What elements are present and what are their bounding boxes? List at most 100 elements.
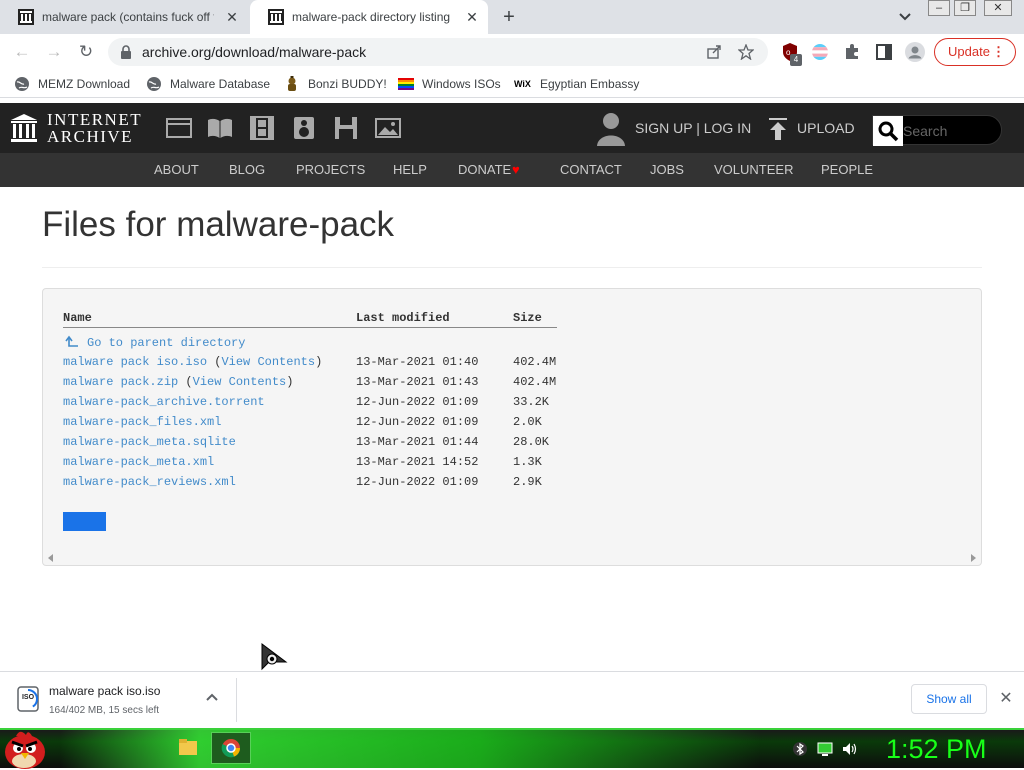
nav-blog[interactable]: BLOG <box>229 162 265 177</box>
bookmark-malware-database[interactable]: Malware Database <box>146 75 270 93</box>
back-arrow-icon[interactable]: ← <box>10 40 34 64</box>
nav-jobs[interactable]: JOBS <box>650 162 684 177</box>
size-cell: 1.3K <box>513 455 542 469</box>
bluetooth-tray-icon[interactable] <box>792 741 808 757</box>
last-modified-cell: 12-Jun-2022 01:09 <box>356 415 479 429</box>
view-contents-link[interactable]: View Contents <box>193 375 287 389</box>
search-magnifier-icon[interactable] <box>873 116 903 146</box>
texts-book-icon[interactable] <box>207 116 233 140</box>
share-icon[interactable] <box>706 44 722 60</box>
download-shelf: ISO malware pack iso.iso 164/402 MB, 15 … <box>0 671 1024 727</box>
nav-donate[interactable]: DONATE <box>458 162 511 177</box>
bookmark-star-icon[interactable] <box>738 44 754 60</box>
chevron-up-icon[interactable] <box>204 690 220 706</box>
bookmark-label: Malware Database <box>170 77 271 91</box>
file-link[interactable]: malware-pack_reviews.xml <box>63 475 236 489</box>
selection-highlight <box>63 512 106 531</box>
nav-about[interactable]: ABOUT <box>154 162 199 177</box>
file-link[interactable]: malware-pack_meta.sqlite <box>63 435 236 449</box>
file-link[interactable]: malware pack iso.iso <box>63 355 207 369</box>
images-icon[interactable] <box>375 116 401 140</box>
bookmark-egyptian-embassy[interactable]: WiX Egyptian Embassy <box>514 75 639 93</box>
download-filename[interactable]: malware pack iso.iso <box>49 684 160 698</box>
paren-close: ) <box>286 375 294 389</box>
shelf-separator <box>236 678 237 722</box>
software-floppy-icon[interactable] <box>333 116 359 140</box>
user-avatar-icon[interactable] <box>596 112 626 146</box>
maximize-window-button[interactable]: ❐ <box>954 0 976 16</box>
nav-people[interactable]: PEOPLE <box>821 162 873 177</box>
bookmark-windows-isos[interactable]: Windows ISOs <box>398 75 501 93</box>
tab-close-icon[interactable]: ✕ <box>224 9 240 25</box>
update-button[interactable]: Update ⋮ <box>934 38 1016 66</box>
view-contents-link[interactable]: View Contents <box>221 355 315 369</box>
audio-speaker-icon[interactable] <box>291 116 317 140</box>
address-bar[interactable]: archive.org/download/malware-pack <box>108 38 768 66</box>
nav-volunteer[interactable]: VOLUNTEER <box>714 162 793 177</box>
bookmarks-bar: MEMZ Download Malware Database Bonzi BUD… <box>0 70 1024 98</box>
update-label: Update <box>948 44 990 59</box>
scroll-left-icon[interactable] <box>47 553 55 563</box>
file-name-cell: malware pack.zip (View Contents) <box>63 375 293 389</box>
size-cell: 2.0K <box>513 415 542 429</box>
file-link[interactable]: malware pack.zip <box>63 375 178 389</box>
nav-contact[interactable]: CONTACT <box>560 162 622 177</box>
new-tab-plus-icon[interactable]: + <box>498 7 520 29</box>
extensions-puzzle-icon[interactable] <box>842 42 862 62</box>
last-modified-cell: 12-Jun-2022 01:09 <box>356 475 479 489</box>
download-status: 164/402 MB, 15 secs left <box>49 705 160 716</box>
tab-malware-pack[interactable]: malware pack (contains fuck off t ✕ <box>0 0 248 34</box>
video-film-icon[interactable] <box>249 116 275 140</box>
iso-file-icon[interactable]: ISO <box>16 686 40 712</box>
side-panel-icon[interactable] <box>874 42 894 62</box>
last-modified-cell: 13-Mar-2021 01:40 <box>356 355 479 369</box>
table-row: malware-pack_reviews.xml 12-Jun-2022 01:0… <box>63 475 623 495</box>
file-name-cell: malware pack iso.iso (View Contents) <box>63 355 322 369</box>
last-modified-cell: 13-Mar-2021 01:43 <box>356 375 479 389</box>
search-input[interactable]: Search <box>903 123 947 139</box>
bookmark-memz-download[interactable]: MEMZ Download <box>14 75 130 93</box>
nav-help[interactable]: HELP <box>393 162 427 177</box>
forward-arrow-icon[interactable]: → <box>42 40 66 64</box>
ia-search-box[interactable]: Search <box>872 115 1002 146</box>
column-header-modified: Last modified <box>356 311 450 325</box>
bonzi-icon <box>288 76 296 91</box>
taskbar-clock[interactable]: 1:52 PM <box>886 734 987 765</box>
horizontal-scrollbar[interactable] <box>43 551 981 565</box>
minimize-window-button[interactable]: – <box>928 0 950 16</box>
ia-wordmark[interactable]: INTERNET ARCHIVE <box>47 111 142 145</box>
signup-login-link[interactable]: SIGN UP | LOG IN <box>635 120 751 136</box>
file-link[interactable]: malware-pack_files.xml <box>63 415 221 429</box>
angry-bird-start-icon[interactable] <box>2 726 48 770</box>
file-explorer-taskbar-button[interactable] <box>168 732 208 764</box>
header-rule <box>63 327 557 328</box>
file-link[interactable]: malware-pack_meta.xml <box>63 455 214 469</box>
network-tray-icon[interactable] <box>817 741 833 757</box>
volume-tray-icon[interactable] <box>842 741 858 757</box>
chrome-taskbar-button[interactable] <box>211 732 251 764</box>
file-link[interactable]: malware-pack_archive.torrent <box>63 395 265 409</box>
bookmark-label: Egyptian Embassy <box>540 77 640 91</box>
lock-icon[interactable] <box>118 44 134 60</box>
pride-flag-extension-icon[interactable] <box>810 42 830 62</box>
internet-archive-logo-icon[interactable] <box>10 113 38 143</box>
profile-avatar-icon[interactable] <box>905 42 925 62</box>
size-cell: 33.2K <box>513 395 550 409</box>
upload-arrow-icon[interactable] <box>768 117 788 141</box>
page-title: Files for malware-pack <box>42 205 395 244</box>
last-modified-cell: 13-Mar-2021 01:44 <box>356 435 479 449</box>
show-all-button[interactable]: Show all <box>911 684 987 714</box>
parent-directory-label: Go to parent directory <box>87 336 246 350</box>
close-window-button[interactable]: ✕ <box>984 0 1012 16</box>
bookmark-bonzi-buddy[interactable]: Bonzi BUDDY! <box>284 75 387 93</box>
scroll-right-icon[interactable] <box>969 553 977 563</box>
web-icon[interactable] <box>166 116 192 140</box>
nav-projects[interactable]: PROJECTS <box>296 162 365 177</box>
tab-directory-listing[interactable]: malware-pack directory listing ✕ <box>250 0 488 34</box>
upload-link[interactable]: UPLOAD <box>797 120 855 136</box>
tab-close-icon[interactable]: ✕ <box>464 9 480 25</box>
close-icon[interactable]: ✕ <box>996 689 1016 709</box>
ia-header: INTERNET ARCHIVE SIGN UP | LOG IN UPLOAD… <box>0 103 1024 153</box>
reload-icon[interactable]: ↻ <box>74 40 98 64</box>
tab-search-chevron-icon[interactable] <box>896 9 914 25</box>
